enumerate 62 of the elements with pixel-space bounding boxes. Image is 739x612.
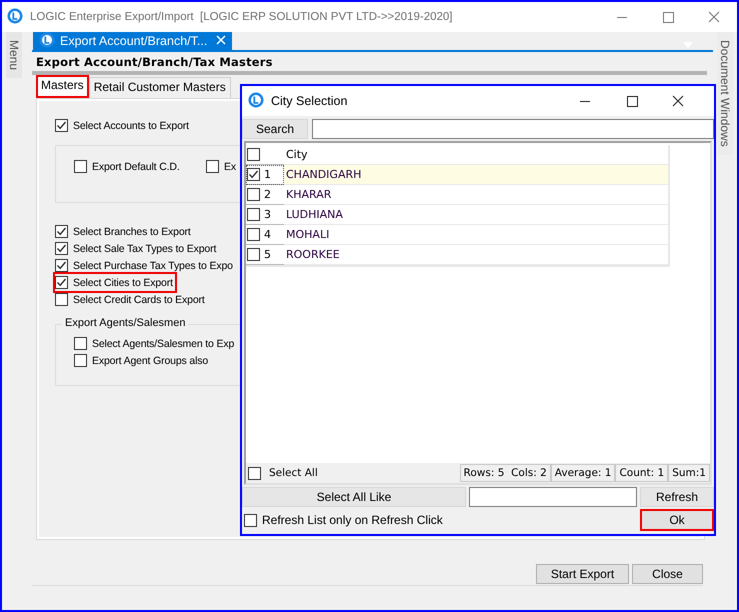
checkbox-label: Select Cities to Export: [73, 276, 173, 288]
checkbox[interactable]: [55, 293, 68, 306]
checkbox-label: Refresh List only on Refresh Click: [262, 513, 443, 527]
checkbox[interactable]: [248, 466, 261, 480]
checkbox[interactable]: [247, 168, 260, 181]
table-cell[interactable]: MOHALI: [284, 225, 668, 245]
status-field: Average: 1: [550, 464, 616, 482]
ok-button[interactable]: Ok: [640, 509, 714, 531]
checkbox[interactable]: [247, 208, 260, 221]
checkbox-label: Export Default C.D.: [92, 160, 180, 172]
checkbox-label: Select Agents/Salesmen to Exp: [92, 338, 234, 350]
checkbox[interactable]: [244, 514, 257, 526]
checkbox[interactable]: [247, 228, 260, 241]
select-all-like-button[interactable]: Select All Like: [242, 487, 466, 507]
checkbox[interactable]: [247, 188, 260, 201]
tab[interactable]: Retail Customer Masters: [88, 77, 231, 98]
row-number: 1: [264, 168, 271, 181]
status-field: Sum:1: [668, 464, 710, 482]
checkbox-label: Select Purchase Tax Types to Expo: [73, 260, 233, 272]
checkbox-label: Select Accounts to Export: [73, 120, 189, 132]
checkbox[interactable]: [74, 354, 87, 367]
status-field: Rows: 5 Cols: 2: [460, 464, 551, 482]
menu-panel-tab[interactable]: Menu: [6, 32, 22, 78]
document-tab[interactable]: Export Account/Branch/T...: [33, 32, 232, 50]
logo-icon: [248, 92, 264, 110]
row-number: 5: [264, 248, 271, 261]
checkbox-label: Ex: [224, 160, 236, 172]
table-cell[interactable]: LUDHIANA: [284, 205, 668, 225]
checkbox[interactable]: [206, 160, 219, 173]
checkbox-label: Select All: [269, 467, 318, 479]
checkbox[interactable]: [55, 225, 68, 238]
row-number: 4: [264, 228, 271, 241]
row-number: 3: [264, 208, 271, 221]
refresh-button[interactable]: Refresh: [640, 487, 714, 507]
checkbox-label: Export Agent Groups also: [92, 354, 208, 366]
group-title: Export Agents/Salesmen: [62, 317, 188, 329]
checkbox-label: Select Branches to Export: [73, 226, 191, 238]
checkbox[interactable]: [247, 248, 260, 261]
checkbox[interactable]: [74, 337, 87, 350]
table-cell[interactable]: CHANDIGARH: [284, 165, 668, 185]
checkbox[interactable]: [55, 259, 68, 272]
logo-icon: [7, 8, 23, 26]
window-title: LOGIC Enterprise Export/Import [LOGIC ERP SOLUTION PVT LTD->>2019-2020]: [30, 11, 452, 23]
row-number: 2: [264, 188, 271, 201]
action-button[interactable]: Close: [632, 564, 703, 584]
status-field: Count: 1: [615, 464, 668, 482]
dialog-title: City Selection: [271, 94, 348, 108]
tab[interactable]: Masters: [36, 75, 89, 98]
input-field[interactable]: [469, 487, 637, 507]
checkbox-label: Select Sale Tax Types to Export: [73, 242, 216, 254]
table-cell[interactable]: KHARAR: [284, 185, 668, 205]
checkbox-label: Select Credit Cards to Export: [73, 294, 205, 306]
document-windows-tab[interactable]: Document Windows: [717, 32, 733, 155]
search-button[interactable]: Search: [242, 119, 308, 139]
action-button[interactable]: Start Export: [536, 564, 629, 584]
checkbox[interactable]: [74, 160, 87, 173]
checkbox[interactable]: [247, 148, 260, 161]
checkbox[interactable]: [55, 276, 68, 289]
table-cell[interactable]: ROORKEE: [284, 245, 668, 265]
search-field[interactable]: [312, 119, 714, 139]
checkbox[interactable]: [55, 119, 68, 132]
checkbox[interactable]: [55, 242, 68, 255]
